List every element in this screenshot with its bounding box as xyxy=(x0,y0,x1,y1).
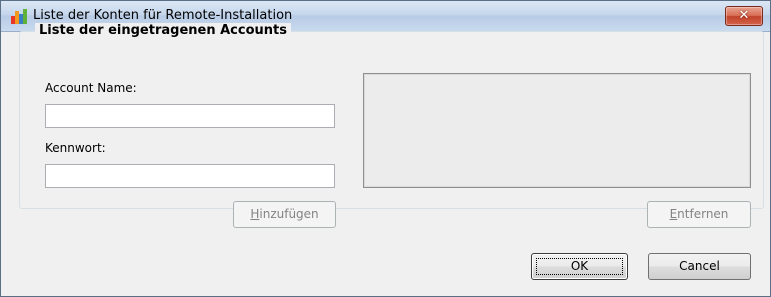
password-label: Kennwort: xyxy=(45,141,106,155)
password-input[interactable] xyxy=(46,165,334,187)
avg-logo-icon xyxy=(11,9,27,24)
password-field[interactable] xyxy=(45,164,335,188)
group-title: Liste der eingetragenen Accounts xyxy=(35,23,291,38)
account-name-label: Account Name: xyxy=(45,81,137,95)
close-button[interactable]: ✕ xyxy=(725,6,763,26)
window-title: Liste der Konten für Remote-Installation xyxy=(33,8,293,23)
add-button[interactable]: Hinzufügen xyxy=(233,201,336,228)
accounts-list[interactable] xyxy=(363,73,751,188)
dialog-window: Liste der Konten für Remote-Installation… xyxy=(0,0,771,297)
account-name-field[interactable] xyxy=(45,104,335,128)
ok-button-label: OK xyxy=(570,259,589,273)
account-name-input[interactable] xyxy=(46,105,334,127)
remove-button-label: ntfernen xyxy=(677,207,729,221)
ok-button[interactable]: OK xyxy=(531,253,628,280)
add-button-label: inzufügen xyxy=(259,207,319,221)
cancel-button[interactable]: Cancel xyxy=(648,253,751,280)
cancel-button-label: Cancel xyxy=(679,259,720,273)
remove-button[interactable]: Entfernen xyxy=(647,201,751,228)
close-icon: ✕ xyxy=(738,8,750,23)
